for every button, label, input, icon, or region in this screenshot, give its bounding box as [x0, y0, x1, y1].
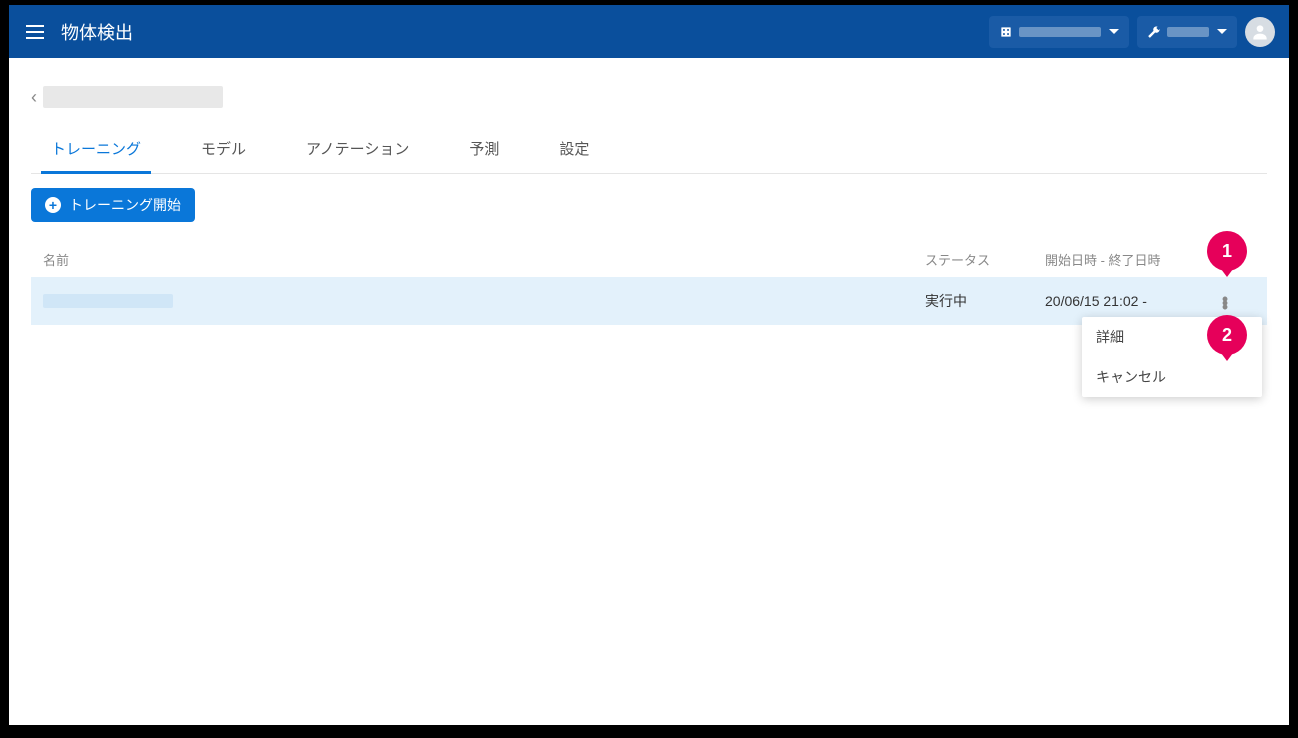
breadcrumb: ‹ [31, 86, 1267, 108]
user-avatar[interactable] [1245, 17, 1275, 47]
app-frame: 物体検出 ‹ トレーニング モデル アノテーション [9, 5, 1289, 725]
tab-settings[interactable]: 設定 [549, 128, 599, 173]
content-area: ‹ トレーニング モデル アノテーション 予測 設定 + トレーニング開始 名前… [9, 58, 1289, 343]
start-training-button[interactable]: + トレーニング開始 [31, 188, 195, 222]
menu-item-cancel[interactable]: キャンセル [1082, 357, 1262, 397]
breadcrumb-label-placeholder[interactable] [43, 86, 223, 108]
col-menu [1215, 250, 1255, 269]
row-status: 実行中 [925, 291, 1045, 311]
table-header: 名前 ステータス 開始日時 - 終了日時 [31, 242, 1267, 277]
start-training-label: トレーニング開始 [69, 195, 181, 215]
tool-name-placeholder [1167, 27, 1209, 37]
topbar-right [989, 16, 1275, 48]
col-name: 名前 [43, 250, 925, 269]
tool-selector[interactable] [1137, 16, 1237, 48]
tab-predict[interactable]: 予測 [459, 128, 509, 173]
row-name [43, 294, 925, 308]
app-title: 物体検出 [61, 19, 133, 45]
menu-icon[interactable] [23, 20, 47, 44]
tab-training[interactable]: トレーニング [41, 128, 151, 174]
col-time: 開始日時 - 終了日時 [1045, 250, 1215, 269]
row-menu-cell: ••• [1215, 295, 1255, 307]
tab-annotation[interactable]: アノテーション [296, 128, 419, 173]
action-bar: + トレーニング開始 [31, 188, 1267, 222]
topbar: 物体検出 [9, 5, 1289, 58]
wrench-icon [1147, 25, 1161, 39]
table-row[interactable]: 実行中 20/06/15 21:02 - ••• 詳細 キャンセル [31, 277, 1267, 325]
col-status: ステータス [925, 250, 1045, 269]
user-icon [1250, 22, 1270, 42]
training-table: 名前 ステータス 開始日時 - 終了日時 実行中 20/06/15 21:02 … [31, 242, 1267, 325]
building-icon [999, 25, 1013, 39]
row-context-menu: 詳細 キャンセル [1082, 317, 1262, 397]
row-name-placeholder [43, 294, 173, 308]
project-name-placeholder [1019, 27, 1101, 37]
row-time: 20/06/15 21:02 - [1045, 293, 1215, 309]
caret-down-icon [1109, 29, 1119, 34]
project-selector[interactable] [989, 16, 1129, 48]
caret-down-icon [1217, 29, 1227, 34]
tabs: トレーニング モデル アノテーション 予測 設定 [31, 128, 1267, 174]
menu-item-detail[interactable]: 詳細 [1082, 317, 1262, 357]
kebab-menu-icon[interactable]: ••• [1215, 295, 1235, 307]
back-chevron-icon[interactable]: ‹ [31, 87, 37, 108]
tab-model[interactable]: モデル [191, 128, 256, 173]
plus-circle-icon: + [45, 197, 61, 213]
